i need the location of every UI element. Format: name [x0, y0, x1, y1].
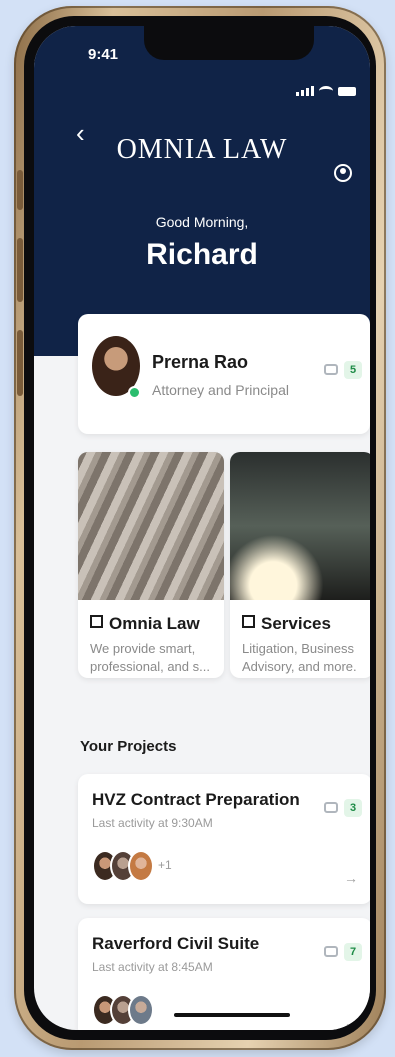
- online-status-dot: [128, 386, 141, 399]
- arrow-right-icon[interactable]: →: [344, 870, 358, 886]
- services-tile[interactable]: Services Litigation, Business Advisory, …: [230, 452, 370, 678]
- external-link-icon: [242, 615, 255, 628]
- wifi-icon: [319, 86, 333, 96]
- message-count-badge: 5: [344, 361, 362, 379]
- tile-description: Litigation, Business Advisory, and more.: [242, 641, 357, 674]
- volume-down-button: [17, 330, 23, 396]
- project-activity: Last activity at 8:45AM: [92, 960, 213, 974]
- attorney-name: Prerna Rao: [152, 352, 249, 372]
- signal-icon: [296, 86, 314, 96]
- member-avatars: [92, 994, 154, 1026]
- message-count-badge: 7: [344, 943, 362, 961]
- volume-up-button: [17, 238, 23, 302]
- status-time: 9:41: [88, 46, 119, 63]
- attorney-card[interactable]: Prerna Rao Attorney and Principal 5: [78, 314, 370, 434]
- project-title: HVZ Contract Preparation: [92, 790, 300, 809]
- project-card[interactable]: HVZ Contract Preparation Last activity a…: [78, 774, 370, 904]
- attorney-title: Attorney and Principal: [152, 382, 289, 398]
- avatar: [128, 994, 154, 1026]
- brand-title: OMNIA LAW: [116, 134, 288, 165]
- project-activity: Last activity at 9:30AM: [92, 816, 213, 830]
- tile-title: Omnia Law: [90, 614, 200, 634]
- header-banner: [34, 26, 370, 356]
- notch: [144, 26, 314, 60]
- chat-icon: [324, 802, 338, 813]
- status-icons: [296, 86, 356, 96]
- user-name: Richard: [146, 238, 258, 271]
- home-indicator: [174, 1013, 290, 1017]
- tile-description: We provide smart, professional, and s...: [90, 641, 210, 674]
- chat-icon: [324, 364, 338, 375]
- tile-title: Services: [242, 614, 331, 634]
- battery-icon: [338, 87, 356, 96]
- tile-title-text: Services: [261, 614, 331, 633]
- mute-switch: [17, 170, 23, 210]
- tile-title-text: Omnia Law: [109, 614, 200, 633]
- external-link-icon: [90, 615, 103, 628]
- signing-photo: [230, 452, 370, 600]
- message-count-badge: 3: [344, 799, 362, 817]
- greeting-text: Good Morning,: [155, 214, 249, 230]
- column-photo: [78, 452, 224, 600]
- arrow-right-icon[interactable]: →: [344, 1014, 358, 1030]
- profile-icon[interactable]: [334, 164, 352, 182]
- chat-icon: [324, 946, 338, 957]
- extra-members-count: +1: [158, 858, 172, 872]
- avatar: [128, 850, 154, 882]
- project-title: Raverford Civil Suite: [92, 934, 260, 953]
- section-title: Your Projects: [80, 738, 177, 755]
- app-screen: 9:41 ‹ OMNIA LAW Good Morning, Richard P…: [34, 26, 370, 1030]
- member-avatars: [92, 850, 154, 882]
- omnia-law-tile[interactable]: Omnia Law We provide smart, professional…: [78, 452, 224, 678]
